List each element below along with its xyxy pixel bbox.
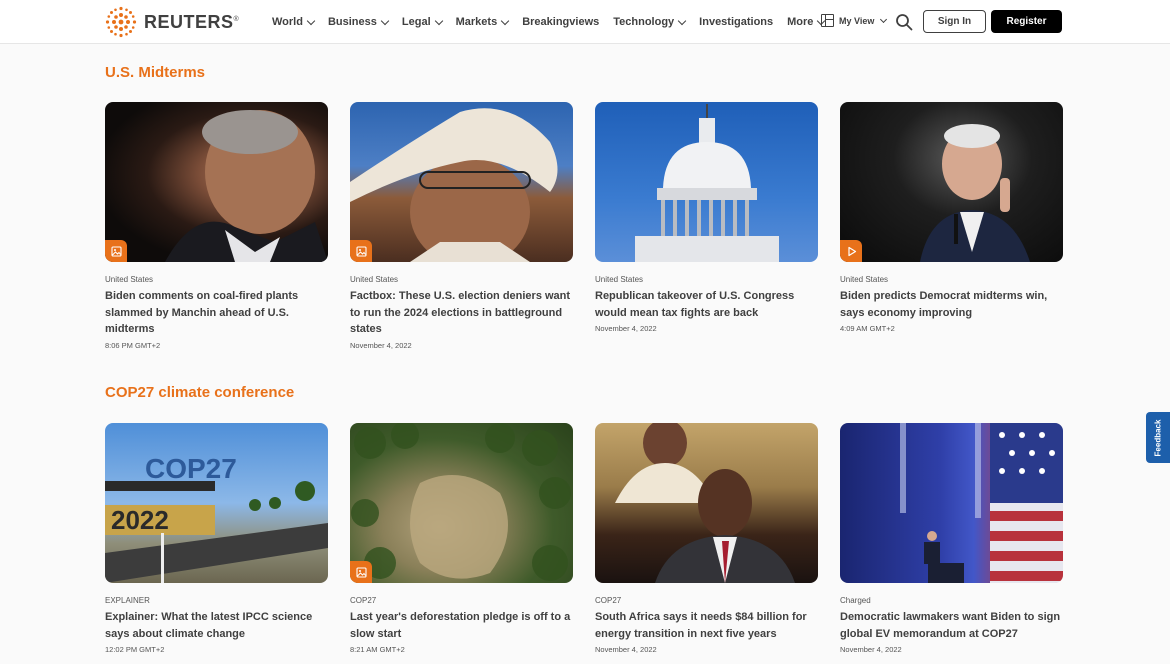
story-image[interactable] (350, 423, 573, 583)
nav-item-legal[interactable]: Legal (402, 16, 443, 28)
story-time: November 4, 2022 (595, 324, 657, 333)
story-headline[interactable]: Last year's deforestation pledge is off … (350, 609, 573, 642)
main-nav: World Business Legal Markets Breakingvie… (272, 0, 826, 44)
story-kicker[interactable]: Charged (840, 596, 1063, 605)
section-title-cop27[interactable]: COP27 climate conference (105, 384, 294, 401)
chevron-down-icon (380, 16, 390, 25)
reuters-logo-icon (105, 6, 137, 38)
story-time: November 4, 2022 (595, 645, 657, 654)
story-card[interactable]: United States Republican takeover of U.S… (595, 102, 818, 350)
story-image[interactable] (105, 102, 328, 262)
nav-item-markets[interactable]: Markets (456, 16, 510, 28)
chevron-down-icon (500, 16, 510, 25)
story-image[interactable] (840, 102, 1063, 262)
story-time: 8:06 PM GMT+2 (105, 340, 161, 350)
image-badge (105, 240, 127, 262)
card-row-us-midterms: United States Biden comments on coal-fir… (105, 102, 1063, 350)
search-icon[interactable] (895, 13, 913, 31)
site-header: REUTERS® World Business Legal Markets Br… (0, 0, 1170, 44)
nav-item-investigations[interactable]: Investigations (699, 16, 773, 28)
story-card[interactable]: Charged Democratic lawmakers want Biden … (840, 423, 1063, 654)
play-icon (847, 246, 856, 256)
story-kicker[interactable]: United States (595, 275, 818, 284)
story-headline[interactable]: Republican takeover of U.S. Congress wou… (595, 288, 818, 321)
story-headline[interactable]: Democratic lawmakers want Biden to sign … (840, 609, 1063, 642)
card-row-cop27: 2022 COP27 EXPLAINER Explainer: What the… (105, 423, 1063, 654)
chevron-down-icon (880, 15, 888, 23)
story-time: 8:21 AM GMT+2 (350, 645, 405, 654)
reuters-logo[interactable]: REUTERS® (104, 5, 239, 39)
chevron-down-icon (434, 16, 443, 25)
story-image[interactable]: 2022 COP27 (105, 423, 328, 583)
feedback-label: Feedback (1153, 419, 1163, 456)
story-kicker[interactable]: United States (105, 275, 328, 284)
svg-text:COP27: COP27 (145, 453, 237, 484)
video-badge (840, 240, 862, 262)
story-card[interactable]: United States Factbox: These U.S. electi… (350, 102, 573, 350)
story-kicker[interactable]: United States (350, 275, 573, 284)
my-view-label: My View (839, 15, 875, 26)
image-icon (110, 245, 122, 257)
story-headline[interactable]: South Africa says it needs $84 billion f… (595, 609, 818, 642)
story-headline[interactable]: Factbox: These U.S. election deniers wan… (350, 288, 573, 338)
chevron-down-icon (677, 16, 687, 25)
story-headline[interactable]: Biden predicts Democrat midterms win, sa… (840, 288, 1063, 321)
feedback-tab[interactable]: Feedback (1146, 412, 1170, 463)
story-kicker[interactable]: COP27 (350, 596, 573, 605)
chevron-down-icon (306, 16, 316, 25)
story-card[interactable]: United States Biden comments on coal-fir… (105, 102, 328, 350)
register-button[interactable]: Register (991, 10, 1062, 33)
story-time: 4:09 AM GMT+2 (840, 324, 895, 333)
story-image[interactable] (840, 423, 1063, 583)
story-card[interactable]: United States Biden predicts Democrat mi… (840, 102, 1063, 350)
nav-item-business[interactable]: Business (328, 16, 390, 28)
image-icon (355, 245, 367, 257)
story-kicker[interactable]: COP27 (595, 596, 818, 605)
story-image[interactable] (350, 102, 573, 262)
nav-item-breakingviews[interactable]: Breakingviews (522, 16, 599, 28)
image-icon (355, 566, 367, 578)
logo-text: REUTERS® (144, 11, 240, 32)
nav-item-more[interactable]: More (787, 16, 826, 28)
story-kicker[interactable]: EXPLAINER (105, 596, 328, 605)
my-view-button[interactable]: My View (821, 14, 888, 27)
svg-text:2022: 2022 (111, 505, 169, 535)
story-time: November 4, 2022 (350, 340, 412, 350)
story-headline[interactable]: Biden comments on coal-fired plants slam… (105, 288, 328, 338)
nav-item-technology[interactable]: Technology (613, 16, 687, 28)
story-time: November 4, 2022 (840, 645, 902, 654)
story-card[interactable]: 2022 COP27 EXPLAINER Explainer: What the… (105, 423, 328, 654)
story-card[interactable]: COP27 Last year's deforestation pledge i… (350, 423, 573, 654)
story-time: 12:02 PM GMT+2 (105, 645, 165, 654)
image-badge (350, 561, 372, 583)
story-headline[interactable]: Explainer: What the latest IPCC science … (105, 609, 328, 642)
layout-icon (821, 14, 834, 27)
nav-item-world[interactable]: World (272, 16, 316, 28)
image-badge (350, 240, 372, 262)
story-kicker[interactable]: United States (840, 275, 1063, 284)
story-image[interactable] (595, 423, 818, 583)
story-image[interactable] (595, 102, 818, 262)
section-title-us-midterms[interactable]: U.S. Midterms (105, 64, 205, 81)
story-card[interactable]: COP27 South Africa says it needs $84 bil… (595, 423, 818, 654)
sign-in-button[interactable]: Sign In (923, 10, 986, 33)
